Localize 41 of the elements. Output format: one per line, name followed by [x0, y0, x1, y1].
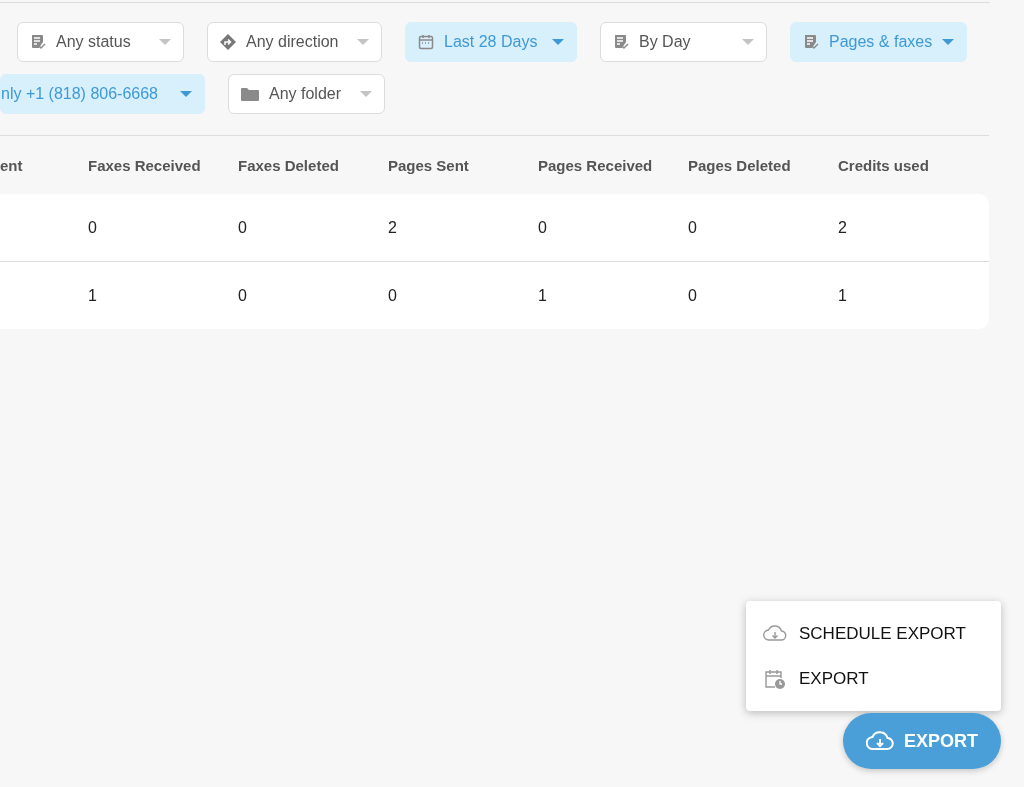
filter-dropdown[interactable]: Any folder [228, 74, 385, 114]
list-check-icon [803, 34, 819, 50]
column-header: Pages Received [538, 156, 654, 174]
table-cell-text: 0 [688, 286, 698, 305]
caret-icon [180, 91, 192, 97]
caret-icon [357, 39, 369, 45]
caret-icon [942, 39, 955, 45]
cloud-download-icon [866, 731, 894, 751]
caret-icon [360, 91, 372, 97]
menu-item[interactable]: SCHEDULE EXPORT [746, 611, 1001, 656]
table-cell-text: 2 [388, 218, 398, 237]
table-cell-text: 0 [238, 286, 248, 305]
filter-dropdown[interactable]: By Day [600, 22, 767, 62]
column-header: Faxes Deleted [238, 156, 340, 174]
table-cell-text: 1 [88, 286, 98, 305]
menu-item[interactable]: EXPORT [746, 656, 1001, 701]
table-cell-text: 0 [688, 218, 698, 237]
filter-dropdown[interactable]: Any status [17, 22, 184, 62]
table-cell-text: 0 [88, 218, 98, 237]
list-check-icon [613, 34, 629, 50]
list-check-icon [30, 34, 46, 50]
column-header: ent [0, 156, 24, 174]
column-header: Faxes Received [88, 156, 202, 174]
caret-icon [552, 39, 564, 45]
table-cell-text: 0 [538, 218, 548, 237]
table-cell-text: 0 [388, 286, 398, 305]
column-header: Credits used [838, 156, 930, 174]
filter-dropdown[interactable]: Any direction [207, 22, 382, 62]
calendar-clock-icon [763, 667, 787, 690]
table-cell-text: 1 [538, 286, 548, 305]
column-header: Pages Sent [388, 156, 470, 174]
table-cell-text: 2 [838, 218, 848, 237]
calendar-icon [418, 34, 434, 50]
table-cell-text: 0 [238, 218, 248, 237]
column-header: Pages Deleted [688, 156, 792, 174]
folder-icon [241, 86, 259, 102]
direction-sign-icon [220, 34, 236, 50]
table-cell-text: 1 [838, 286, 848, 305]
caret-icon [159, 39, 171, 45]
caret-icon [742, 39, 754, 45]
cloud-download-icon [763, 624, 787, 643]
